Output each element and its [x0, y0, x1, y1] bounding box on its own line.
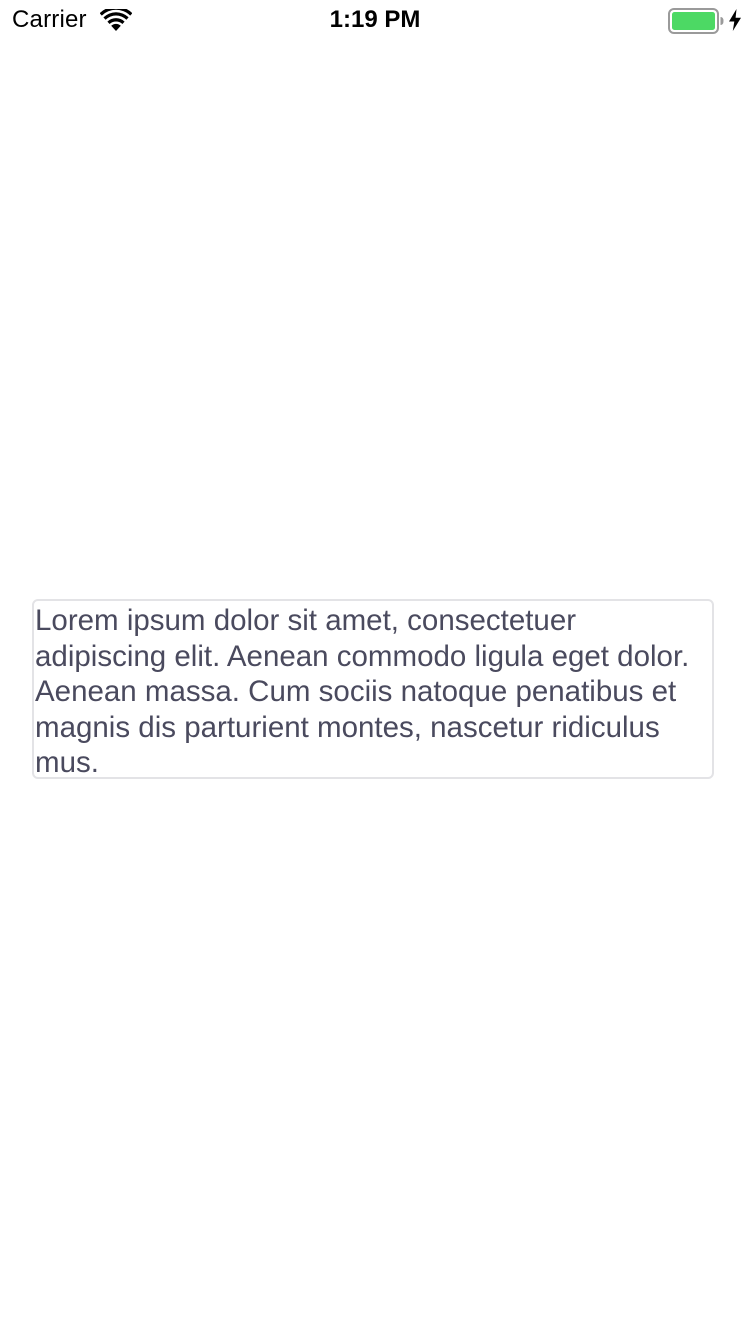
- text-view-content: Lorem ipsum dolor sit amet, consectetuer…: [35, 604, 690, 780]
- bolt-icon: [729, 9, 741, 31]
- status-time: 1:19 PM: [329, 6, 421, 33]
- text-view[interactable]: Lorem ipsum dolor sit amet, consectetuer…: [32, 599, 714, 779]
- battery-icon: [668, 8, 724, 34]
- status-bar: Carrier 1:19 PM: [0, 0, 750, 40]
